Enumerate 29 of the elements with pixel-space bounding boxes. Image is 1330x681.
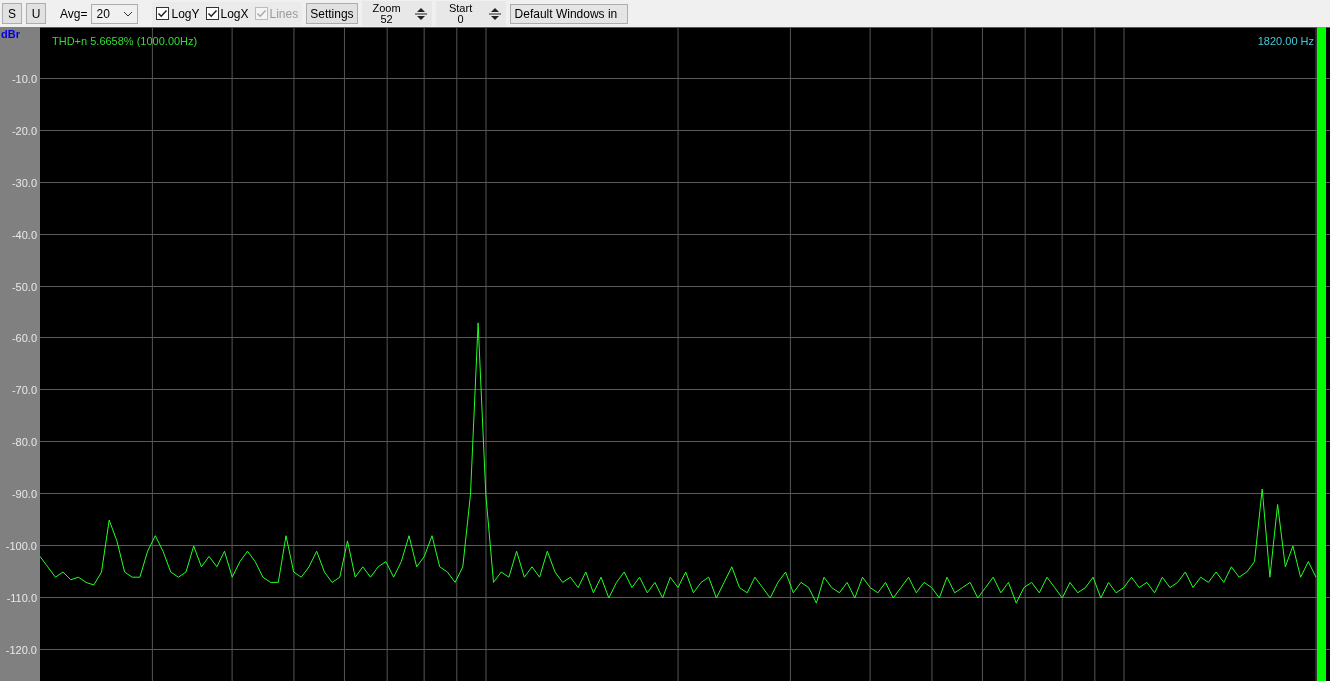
checkbox-icon[interactable] (156, 7, 170, 20)
y-axis-unit: dBr (1, 28, 20, 40)
toolbar-button[interactable]: U (26, 3, 46, 24)
y-axis-label: -90.0 (11, 488, 37, 501)
y-axis-label: -120.0 (5, 643, 37, 656)
y-axis-label: -80.0 (11, 436, 37, 449)
checkbox[interactable]: LogY (156, 6, 200, 21)
toolbar-button[interactable]: S (2, 3, 22, 24)
settings-button[interactable]: Settings (306, 3, 358, 24)
y-axis-label: -10.0 (11, 72, 37, 85)
checkbox-icon[interactable] (205, 7, 219, 20)
y-axis-label: -60.0 (11, 332, 37, 345)
device-select[interactable]: Default Windows in (509, 3, 628, 24)
y-axis-label: -50.0 (11, 280, 37, 293)
avg-label: Avg= (60, 6, 88, 21)
cursor-frequency: 1820.00 Hz (1257, 35, 1314, 47)
y-axis-label: -20.0 (11, 124, 37, 137)
spinner-arrows-icon[interactable] (487, 5, 502, 22)
y-axis-label: -40.0 (11, 228, 37, 241)
y-axis-label: -30.0 (11, 176, 37, 189)
checkbox[interactable]: LogX (205, 6, 249, 21)
y-axis-label: -110.0 (6, 591, 37, 604)
spinner-field[interactable]: Zoom 52 (361, 1, 432, 26)
spinner-field[interactable]: Start 0 (435, 1, 506, 26)
spinner-arrows-icon[interactable] (413, 5, 428, 22)
y-axis-label: -100.0 (5, 540, 37, 553)
avg-select[interactable]: 20 (91, 3, 139, 24)
y-axis-label: -70.0 (11, 384, 37, 397)
thd-readout: THD+n 5.6658% (1000.00Hz) (52, 35, 198, 47)
